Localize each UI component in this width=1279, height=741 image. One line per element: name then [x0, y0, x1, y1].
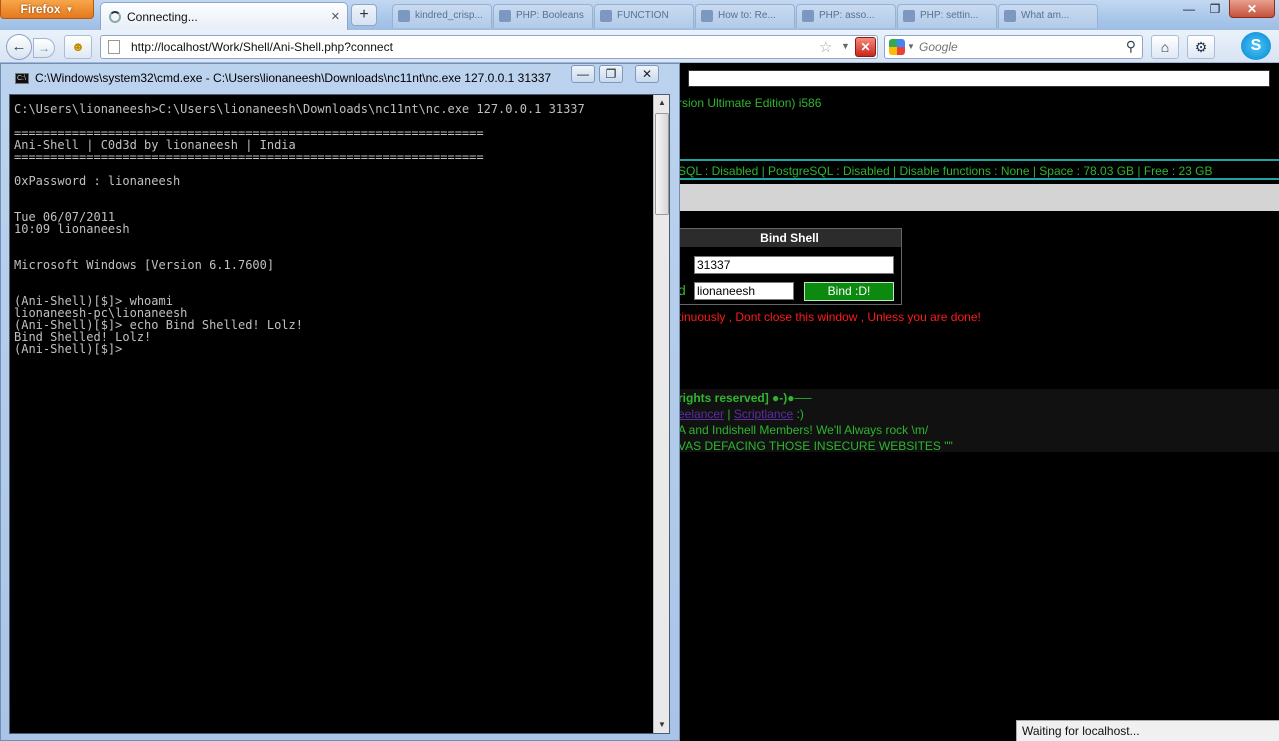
tab-favicon-icon: [802, 10, 814, 22]
command-input-bar[interactable]: [688, 70, 1270, 87]
bind-shell-panel: Bind Shell Bind :D!: [678, 228, 902, 305]
menu-bar: [678, 184, 1279, 211]
background-tab[interactable]: PHP: Booleans: [493, 4, 593, 28]
warning-message: tinuously , Dont close this window , Unl…: [678, 310, 981, 324]
console-line: (Ani-Shell)[$]>: [14, 342, 123, 356]
freelancer-link[interactable]: eelancer: [678, 407, 724, 421]
server-info-line: SQL : Disabled | PostgreSQL : Disabled |…: [678, 164, 1213, 178]
bind-button[interactable]: Bind :D!: [804, 282, 894, 301]
tab-favicon-icon: [701, 10, 713, 22]
tab-title: Connecting...: [127, 9, 198, 24]
firefox-menu-label: Firefox: [20, 2, 61, 16]
search-bar[interactable]: ▼ ⚲: [884, 35, 1143, 59]
addon-icon-button[interactable]: ⚙: [1187, 35, 1215, 59]
link-separator: |: [727, 407, 731, 421]
history-dropdown-icon[interactable]: ▼: [841, 41, 850, 51]
tab-favicon-icon: [903, 10, 915, 22]
screen: Firefox ▼ Connecting... ✕ + kindred_cris…: [0, 0, 1279, 741]
console-line: 0xPassword : lionaneesh: [14, 174, 181, 188]
background-tab[interactable]: PHP: asso...: [796, 4, 896, 28]
minimize-button[interactable]: —: [1176, 0, 1202, 18]
background-tab[interactable]: How to: Re...: [695, 4, 795, 28]
cmd-icon: C:\: [15, 73, 29, 84]
google-icon[interactable]: [889, 39, 905, 55]
loading-spinner-icon: [109, 10, 121, 23]
port-input[interactable]: [694, 256, 894, 274]
bind-shell-title: Bind Shell: [678, 229, 901, 247]
new-tab-button[interactable]: +: [351, 4, 377, 26]
background-tab[interactable]: FUNCTION: [594, 4, 694, 28]
tab-favicon-icon: [398, 10, 410, 22]
cmd-title: C:\Windows\system32\cmd.exe - C:\Users\l…: [35, 71, 552, 85]
tab-title: kindred_crisp...: [415, 10, 483, 21]
background-tab[interactable]: What am...: [998, 4, 1098, 28]
tab-title: What am...: [1021, 10, 1070, 21]
navigation-toolbar: ← → ☻ ☆ ▼ ✕ ▼ ⚲ ⌂ ⚙ S: [0, 30, 1279, 63]
divider: [678, 178, 1279, 180]
uname-line: rsion Ultimate Edition) i586: [678, 96, 822, 110]
page-icon: [108, 40, 120, 54]
cmd-console[interactable]: C:\Users\lionaneesh>C:\Users\lionaneesh\…: [9, 94, 670, 734]
search-engine-dropdown-icon[interactable]: ▼: [907, 42, 915, 51]
cmd-scrollbar[interactable]: ▲ ▼: [653, 95, 669, 733]
home-button[interactable]: ⌂: [1151, 35, 1179, 59]
search-icon[interactable]: ⚲: [1126, 38, 1136, 55]
firefox-menu-button[interactable]: Firefox ▼: [0, 0, 94, 19]
tab-title: FUNCTION: [617, 10, 669, 21]
console-line: Microsoft Windows [Version 6.1.7600]: [14, 258, 275, 272]
tab-title: How to: Re...: [718, 10, 776, 21]
rights-text: rights reserved] ●-)●──: [678, 391, 812, 405]
divider: [678, 159, 1279, 161]
maximize-button[interactable]: ❐: [1202, 0, 1228, 18]
cmd-window[interactable]: C:\ C:\Windows\system32\cmd.exe - C:\Use…: [0, 63, 680, 741]
console-line: ========================================…: [14, 150, 484, 164]
url-input[interactable]: [131, 39, 811, 55]
cmd-minimize-button[interactable]: —: [571, 65, 595, 83]
deface-text: VAS DEFACING THOSE INSECURE WEBSITES "": [678, 439, 953, 453]
page-footer: rights reserved] ●-)●── eelancer | Scrip…: [678, 389, 1279, 453]
smiley-text: :): [796, 407, 804, 421]
browser-titlebar: Firefox ▼ Connecting... ✕ + kindred_cris…: [0, 0, 1279, 30]
console-line: 10:09 lionaneesh: [14, 222, 130, 236]
background-tab[interactable]: PHP: settin...: [897, 4, 997, 28]
close-window-button[interactable]: ✕: [1229, 0, 1275, 18]
skype-icon[interactable]: S: [1241, 32, 1271, 60]
back-button[interactable]: ←: [6, 34, 32, 60]
tab-close-icon[interactable]: ✕: [331, 10, 340, 23]
tab-title: PHP: asso...: [819, 10, 875, 21]
cmd-titlebar[interactable]: C:\ C:\Windows\system32\cmd.exe - C:\Use…: [1, 64, 679, 92]
status-bar: Waiting for localhost...: [1016, 720, 1279, 741]
scroll-thumb[interactable]: [655, 113, 669, 215]
scriptlance-link[interactable]: Scriptlance: [734, 407, 793, 421]
url-bar[interactable]: ☆ ▼ ✕: [100, 35, 878, 59]
members-text: A and Indishell Members! We'll Always ro…: [678, 423, 929, 437]
chevron-down-icon: ▼: [65, 4, 74, 14]
addon-toolbar-button[interactable]: ☻: [64, 35, 92, 59]
scroll-down-icon[interactable]: ▼: [654, 717, 670, 733]
cmd-maximize-button[interactable]: ❐: [599, 65, 623, 83]
scroll-up-icon[interactable]: ▲: [654, 95, 670, 111]
tab-favicon-icon: [600, 10, 612, 22]
forward-button[interactable]: →: [33, 38, 55, 58]
bookmark-star-icon[interactable]: ☆: [819, 38, 832, 56]
tab-favicon-icon: [499, 10, 511, 22]
footer-links: eelancer | Scriptlance :): [678, 407, 804, 421]
background-tab[interactable]: kindred_crisp...: [392, 4, 492, 28]
cmd-close-button[interactable]: ✕: [635, 65, 659, 83]
search-input[interactable]: [919, 39, 1109, 55]
console-output: C:\Users\lionaneesh>C:\Users\lionaneesh\…: [14, 103, 654, 355]
stop-button[interactable]: ✕: [855, 37, 876, 57]
password-input[interactable]: [694, 282, 794, 300]
tab-favicon-icon: [1004, 10, 1016, 22]
tab-title: PHP: Booleans: [516, 10, 584, 21]
tab-active[interactable]: Connecting... ✕: [100, 2, 348, 30]
console-line: C:\Users\lionaneesh>C:\Users\lionaneesh\…: [14, 102, 585, 116]
tab-title: PHP: settin...: [920, 10, 979, 21]
